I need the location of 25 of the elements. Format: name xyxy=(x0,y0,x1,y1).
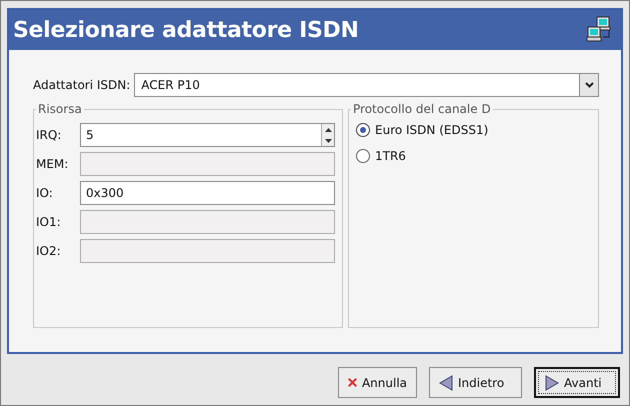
forward-button[interactable]: Avanti xyxy=(534,367,620,398)
radio-option[interactable]: 1TR6 xyxy=(356,149,598,163)
triangle-left-icon xyxy=(439,374,453,390)
spin-up-icon xyxy=(324,128,332,132)
window-title: Selezionare adattatore ISDN xyxy=(13,18,359,42)
input-field[interactable]: 0x300 xyxy=(80,181,335,205)
adapter-dropdown[interactable]: ACER P10 xyxy=(134,73,599,97)
chevron-down-icon xyxy=(584,82,594,88)
radio-option[interactable]: Euro ISDN (EDSS1) xyxy=(356,123,598,137)
field-label: IRQ: xyxy=(36,128,62,142)
spin-field[interactable]: 5 xyxy=(80,123,335,147)
cross-icon xyxy=(348,376,357,389)
field-label: MEM: xyxy=(36,157,70,171)
group-title: Risorsa xyxy=(36,103,84,116)
radio-button[interactable] xyxy=(356,149,370,163)
adapter-label: Adattatori ISDN: xyxy=(33,78,130,92)
field-label: IO2: xyxy=(36,244,62,258)
spin-down-icon xyxy=(324,138,332,142)
field-label: IO: xyxy=(36,186,54,200)
radio-button[interactable] xyxy=(356,123,370,137)
back-button[interactable]: Indietro xyxy=(429,367,522,398)
triangle-right-icon xyxy=(545,374,559,390)
group-title: Protocollo del canale D xyxy=(351,103,493,116)
cancel-button[interactable]: Annulla xyxy=(338,367,417,398)
field-label: IO1: xyxy=(36,215,62,229)
